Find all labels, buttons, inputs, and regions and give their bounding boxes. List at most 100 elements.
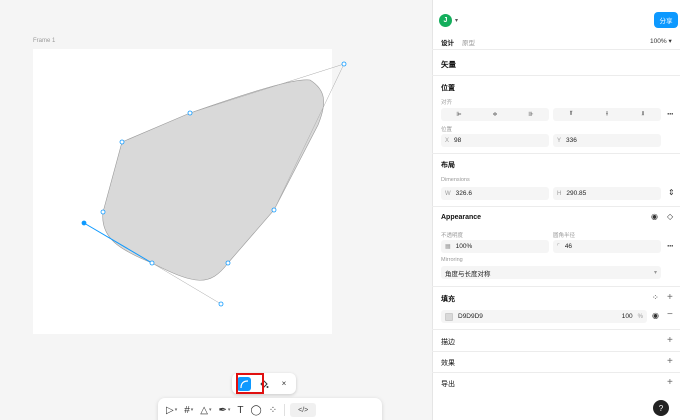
chevron-down-icon[interactable]: ▾ xyxy=(175,407,178,413)
frame-icon: # xyxy=(184,404,190,416)
align-middle-icon[interactable]: ⫲ xyxy=(606,111,608,118)
fill-swatch[interactable] xyxy=(445,312,453,321)
vector-shape[interactable] xyxy=(102,79,324,281)
position-title: 位置 xyxy=(441,85,455,92)
share-button[interactable]: 分享 xyxy=(654,12,678,28)
divider xyxy=(432,75,680,76)
selected-handle-point[interactable] xyxy=(81,220,87,226)
add-stroke-icon[interactable]: + xyxy=(667,335,673,346)
fill-opacity: 100 xyxy=(621,313,633,320)
effects-title: 效果 xyxy=(441,360,455,367)
w-label: W xyxy=(445,190,451,197)
add-fill-icon[interactable]: + xyxy=(667,292,673,303)
y-field[interactable]: Y 336 xyxy=(553,134,661,147)
add-effect-icon[interactable]: + xyxy=(667,356,673,367)
text-icon: T xyxy=(237,404,244,416)
align-top-icon[interactable]: ⫪ xyxy=(570,111,573,118)
move-tool[interactable]: ▷ ▾ xyxy=(164,402,179,418)
toolbar-divider xyxy=(284,404,286,416)
mirroring-label: Mirroring xyxy=(441,257,463,263)
avatar[interactable]: J xyxy=(439,14,452,27)
comment-tool[interactable]: ◯ xyxy=(249,402,264,418)
zoom-value: 100% xyxy=(650,38,667,45)
opacity-field[interactable]: ▦ 100% xyxy=(441,240,549,253)
dimensions-label: Dimensions xyxy=(441,177,470,183)
h-label: H xyxy=(557,190,562,197)
chevron-down-icon: ▾ xyxy=(653,270,657,276)
chevron-down-icon[interactable]: ▾ xyxy=(191,407,194,413)
divider xyxy=(432,372,680,373)
move-icon: ▷ xyxy=(166,404,174,416)
style-grid-icon[interactable]: ⁘ xyxy=(652,293,659,302)
frame-tool[interactable]: # ▾ xyxy=(182,402,195,418)
tab-design[interactable]: 设计 xyxy=(441,37,454,47)
divider xyxy=(432,351,680,352)
horizontal-align-group: ⊫ ≑ ⊪ xyxy=(441,108,549,121)
help-button[interactable]: ? xyxy=(653,400,669,416)
pen-tool[interactable]: ✒ ▾ xyxy=(217,402,233,418)
shape-tool[interactable]: △ ▾ xyxy=(198,402,213,418)
add-export-icon[interactable]: + xyxy=(667,377,673,388)
align-bottom-icon[interactable]: ⫫ xyxy=(641,111,644,118)
vertex-point[interactable] xyxy=(271,207,277,213)
fill-row[interactable]: D9D9D9 100 % xyxy=(441,310,647,323)
bend-tool-button[interactable] xyxy=(237,376,251,391)
vertex-point[interactable] xyxy=(100,209,106,215)
height-field[interactable]: H 290.85 xyxy=(553,187,661,200)
y-value: 336 xyxy=(566,137,577,144)
vertex-point[interactable] xyxy=(119,139,125,145)
chevron-down-icon[interactable]: ▾ xyxy=(455,17,458,24)
opacity-value: 100% xyxy=(455,243,473,250)
remove-fill-icon[interactable]: − xyxy=(667,309,673,320)
y-label: Y xyxy=(557,137,562,144)
chevron-down-icon[interactable]: ▾ xyxy=(209,407,212,413)
x-value: 98 xyxy=(454,137,462,144)
divider xyxy=(432,153,680,154)
tab-prototype[interactable]: 原型 xyxy=(462,37,475,47)
position-label: 位置 xyxy=(441,127,453,133)
blend-mode-icon[interactable]: ◇ xyxy=(667,212,673,221)
export-title: 导出 xyxy=(441,381,455,388)
corner-radius-field[interactable]: ⌜ 46 xyxy=(553,240,661,253)
h-value: 290.85 xyxy=(566,190,587,197)
stroke-title: 描边 xyxy=(441,339,455,346)
divider xyxy=(432,329,680,330)
fill-hex: D9D9D9 xyxy=(458,313,483,320)
x-field[interactable]: X 98 xyxy=(441,134,549,147)
shape-icon: △ xyxy=(200,404,208,416)
align-controls: ⊫ ≑ ⊪ ⫪ ⫲ ⫫ xyxy=(441,108,661,121)
vertex-point[interactable] xyxy=(225,260,231,266)
comment-icon: ◯ xyxy=(250,404,262,416)
paint-bucket-button[interactable] xyxy=(257,377,271,391)
width-field[interactable]: W 326.6 xyxy=(441,187,549,200)
fill-opacity-unit: % xyxy=(637,313,643,320)
properties-panel xyxy=(432,0,680,420)
text-tool[interactable]: T xyxy=(235,402,245,418)
align-label: 对齐 xyxy=(441,100,453,106)
vector-edit-toolbar: × xyxy=(232,373,296,394)
vertex-point[interactable] xyxy=(187,110,193,116)
more-icon[interactable]: ··· xyxy=(667,241,674,251)
constrain-proportions-icon[interactable]: ⇕ xyxy=(668,188,675,197)
chevron-down-icon[interactable]: ▾ xyxy=(228,407,231,413)
eye-icon[interactable]: ◉ xyxy=(652,311,659,320)
x-label: X xyxy=(445,137,450,144)
opacity-icon: ▦ xyxy=(445,244,451,250)
divider xyxy=(432,206,680,207)
pen-icon: ✒ xyxy=(218,404,227,416)
align-center-h-icon[interactable]: ≑ xyxy=(492,111,497,118)
actions-tool[interactable]: ⁘ xyxy=(267,402,279,418)
vertex-point[interactable] xyxy=(149,260,155,266)
more-icon[interactable]: ··· xyxy=(667,109,674,119)
dev-mode-toggle[interactable]: </> xyxy=(290,403,317,417)
close-icon[interactable]: × xyxy=(277,377,291,391)
handle-point[interactable] xyxy=(218,301,224,307)
vertex-point[interactable] xyxy=(341,61,347,67)
mirroring-select[interactable]: 角度与长度对称 ▾ xyxy=(441,266,661,279)
align-right-icon[interactable]: ⊪ xyxy=(528,111,533,118)
canvas[interactable]: Frame 1 × ▷ ▾ # ▾ △ ▾ ✒ ▾ T ◯ ⁘ </> xyxy=(0,0,432,420)
align-left-icon[interactable]: ⊫ xyxy=(456,111,461,118)
zoom-dropdown[interactable]: 100% ▾ xyxy=(650,37,672,45)
eye-icon[interactable]: ◉ xyxy=(651,212,658,221)
panel-tabs: 设计 原型 xyxy=(441,37,475,47)
